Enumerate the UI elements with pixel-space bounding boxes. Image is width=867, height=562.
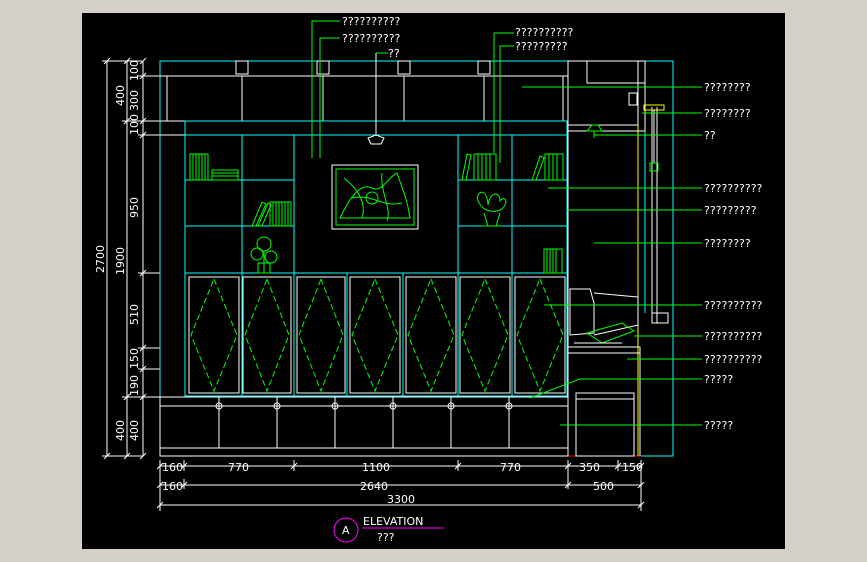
side-unit — [567, 60, 669, 456]
dim-upper-height: 400 — [114, 85, 127, 106]
dim-inner-8: 400 — [128, 420, 141, 441]
computer-monitor — [569, 288, 639, 344]
title-marker: A — [342, 524, 350, 537]
flower-vase — [476, 191, 507, 227]
annotation-right-5: ????????? — [704, 204, 757, 217]
dim-inner-6: 150 — [128, 348, 141, 369]
title-label: ELEVATION — [363, 515, 423, 528]
annotation-right-8: ?????????? — [704, 330, 763, 343]
annotation-right-2: ???????? — [704, 107, 751, 120]
dim-bottom-row1-6: 150 — [622, 461, 643, 474]
dim-bottom-row1-2: 770 — [228, 461, 249, 474]
dim-bottom-row1-1: 160 — [162, 461, 183, 474]
dim-bottom-row2-3: 500 — [593, 480, 614, 493]
annotation-top-4: ?????????? — [515, 26, 574, 39]
desk-lamp — [585, 124, 603, 138]
annotation-top-2: ?????????? — [342, 32, 401, 45]
dim-bottom-row1-3: 1100 — [362, 461, 390, 474]
base-cabinet — [159, 396, 569, 457]
dim-inner-2: 300 — [128, 90, 141, 111]
annotation-right-11: ????? — [704, 419, 733, 432]
dim-inner-3: 100 — [128, 114, 141, 135]
potted-plant — [250, 236, 278, 274]
books-left — [189, 153, 292, 227]
cad-viewport[interactable]: 2700 400 1900 400 100 300 100 950 510 15… — [82, 13, 785, 549]
dim-inner-7: 190 — [128, 375, 141, 396]
annotation-top-1: ?????????? — [342, 15, 401, 28]
annotation-top-5: ????????? — [515, 40, 568, 53]
annotation-right-10: ????? — [704, 373, 733, 386]
cornice-posts — [166, 60, 564, 121]
dim-total-height: 2700 — [94, 245, 107, 273]
dim-bottom-row1-4: 770 — [500, 461, 521, 474]
dim-bottom-row2-2: 2640 — [360, 480, 388, 493]
dim-middle-height: 1900 — [114, 247, 127, 275]
annotation-right-9: ?????????? — [704, 353, 763, 366]
title-sublabel: ??? — [377, 531, 395, 544]
cabinet-door-panels — [188, 276, 566, 394]
dim-inner-5: 510 — [128, 304, 141, 325]
dim-bottom-row2-1: 160 — [162, 480, 183, 493]
dim-inner-1: 100 — [128, 60, 141, 81]
wall-painting — [331, 164, 419, 230]
dim-bottom-row1-5: 350 — [579, 461, 600, 474]
annotation-right-1: ???????? — [704, 81, 751, 94]
title-block: A ELEVATION ??? — [333, 515, 444, 544]
annotation-top-3: ?? — [388, 47, 400, 60]
annotation-right-7: ?????????? — [704, 299, 763, 312]
elevation-drawing: 2700 400 1900 400 100 300 100 950 510 15… — [94, 15, 763, 544]
dim-lower-height: 400 — [114, 420, 127, 441]
computer-desk — [567, 346, 641, 457]
dim-inner-4: 950 — [128, 197, 141, 218]
annotation-right-6: ???????? — [704, 237, 751, 250]
annotation-right-3: ?? — [704, 129, 716, 142]
leader-lines — [311, 20, 702, 426]
dim-bottom-row3-1: 3300 — [387, 493, 415, 506]
ceiling-lamp — [367, 53, 385, 145]
annotation-right-4: ?????????? — [704, 182, 763, 195]
